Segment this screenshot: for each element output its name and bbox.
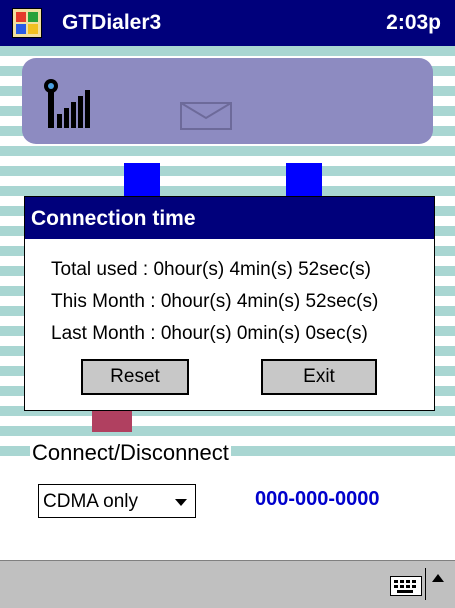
exit-button[interactable]: Exit bbox=[261, 359, 377, 395]
network-mode-value: CDMA only bbox=[43, 491, 139, 512]
up-arrow-icon[interactable] bbox=[432, 574, 444, 582]
envelope-icon bbox=[180, 102, 232, 130]
app-title: GTDialer3 bbox=[62, 11, 162, 34]
keyboard-icon[interactable] bbox=[390, 576, 422, 596]
connection-time-dialog: Connection time Total used : 0hour(s) 4m… bbox=[24, 196, 435, 411]
phone-number: 000-000-0000 bbox=[255, 488, 380, 510]
this-month-text: This Month : 0hour(s) 4min(s) 52sec(s) bbox=[51, 291, 379, 312]
signal-panel bbox=[22, 58, 433, 144]
clock-time[interactable]: 2:03p bbox=[386, 11, 441, 35]
taskbar bbox=[0, 560, 455, 608]
connect-disconnect-label[interactable]: Connect/Disconnect bbox=[30, 440, 231, 466]
network-mode-select[interactable]: CDMA only bbox=[38, 484, 196, 518]
reset-button[interactable]: Reset bbox=[81, 359, 189, 395]
last-month-text: Last Month : 0hour(s) 0min(s) 0sec(s) bbox=[51, 323, 368, 344]
mail-icon[interactable] bbox=[124, 163, 160, 197]
signal-strength-icon bbox=[44, 79, 90, 128]
taskbar-divider bbox=[425, 568, 426, 600]
dialog-title: Connection time bbox=[31, 207, 196, 230]
title-bar: GTDialer3 2:03p bbox=[0, 0, 455, 46]
start-menu-icon[interactable] bbox=[12, 8, 42, 38]
mail-edit-icon[interactable] bbox=[286, 163, 322, 197]
connect-icon[interactable] bbox=[92, 410, 132, 432]
total-used-text: Total used : 0hour(s) 4min(s) 52sec(s) bbox=[51, 259, 371, 280]
dialog-title-bar: Connection time bbox=[25, 197, 434, 239]
chevron-down-icon bbox=[175, 499, 187, 506]
